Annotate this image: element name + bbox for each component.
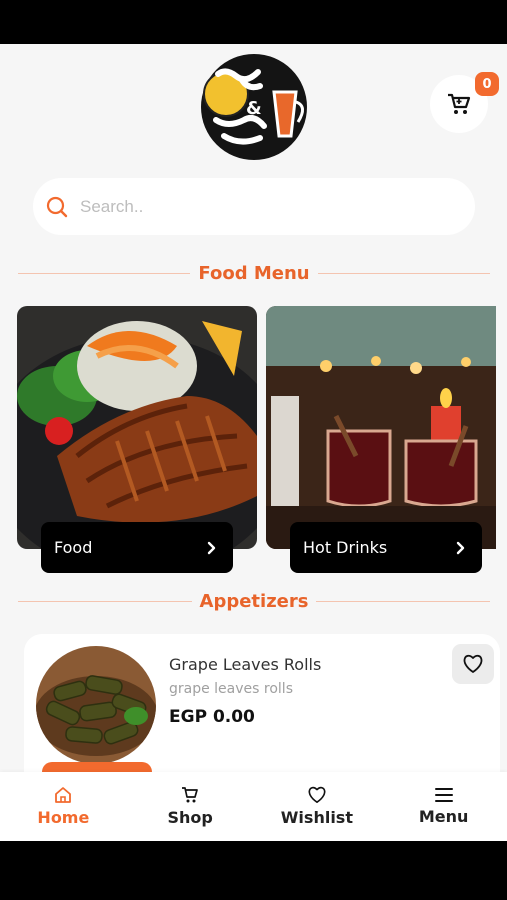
- divider: [18, 272, 191, 274]
- search-bar[interactable]: [33, 178, 475, 235]
- nav-label: Shop: [167, 808, 213, 827]
- category-card-food[interactable]: [17, 306, 257, 549]
- food-menu-header: Food Menu: [18, 258, 491, 288]
- category-label: Food: [54, 538, 93, 557]
- nav-item-menu[interactable]: Menu: [380, 772, 507, 841]
- category-hot-drinks-button[interactable]: Hot Drinks: [290, 522, 482, 573]
- appetizers-header: Appetizers: [18, 586, 490, 616]
- search-input[interactable]: [78, 195, 442, 218]
- heart-icon: [308, 786, 326, 804]
- product-name: Grape Leaves Rolls: [169, 655, 322, 674]
- heart-icon: [463, 654, 483, 673]
- nav-item-home[interactable]: Home: [0, 772, 127, 841]
- category-label: Hot Drinks: [303, 538, 388, 557]
- section-title: Food Menu: [198, 262, 310, 284]
- nav-label: Wishlist: [280, 808, 353, 827]
- product-subtitle: grape leaves rolls: [169, 681, 293, 697]
- bottom-navigation: Home Shop Wishlist Menu: [0, 772, 507, 841]
- brand-logo: &: [194, 50, 314, 162]
- svg-text:&: &: [246, 98, 262, 119]
- cart-icon: [182, 787, 198, 803]
- category-food-button[interactable]: Food: [41, 522, 233, 573]
- product-image: [36, 646, 156, 764]
- app-screen: & 0 Food Menu: [0, 44, 507, 841]
- nav-item-shop[interactable]: Shop: [127, 772, 254, 841]
- nav-label: Home: [37, 808, 90, 827]
- chevron-right-icon: [207, 541, 216, 554]
- cart-icon: [448, 93, 471, 114]
- section-title: Appetizers: [199, 590, 309, 612]
- divider: [18, 600, 192, 602]
- nav-item-wishlist[interactable]: Wishlist: [254, 772, 381, 841]
- chevron-right-icon: [456, 541, 465, 554]
- wishlist-toggle-button[interactable]: [452, 644, 494, 684]
- cart-count-badge: 0: [475, 72, 499, 96]
- product-price: EGP 0.00: [169, 707, 255, 727]
- divider: [316, 600, 490, 602]
- nav-label: Menu: [418, 807, 469, 826]
- home-icon: [55, 787, 72, 803]
- divider: [317, 272, 491, 274]
- menu-icon: [434, 788, 453, 802]
- search-icon: [46, 196, 68, 217]
- hot-drinks-image: [266, 306, 496, 549]
- food-image: [17, 306, 257, 549]
- category-card-hot-drinks[interactable]: [266, 306, 496, 549]
